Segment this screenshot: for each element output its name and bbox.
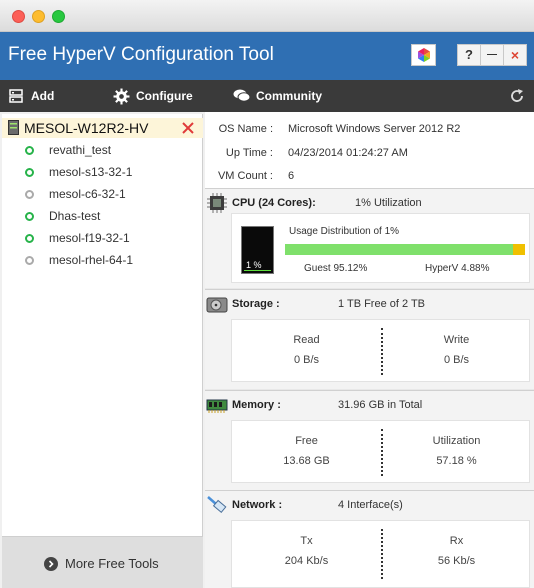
- rx-value: 56 Kb/s: [437, 555, 476, 567]
- read-value: 0 B/s: [293, 354, 320, 366]
- community-button[interactable]: Community: [233, 80, 323, 112]
- network-traffic-panel: Tx 204 Kb/s Rx 56 Kb/s: [231, 520, 530, 588]
- cpu-section: CPU (24 Cores): 1% Utilization 1 % Usage…: [205, 188, 534, 288]
- network-cable-icon: [207, 496, 227, 513]
- vm-name: mesol-rhel-64-1: [49, 253, 134, 267]
- utilization-value: 57.18 %: [436, 455, 477, 467]
- details-panel: OS Name : Microsoft Windows Server 2012 …: [205, 112, 534, 588]
- cpu-utilization: 1% Utilization: [355, 197, 422, 209]
- network-heading: Network :: [232, 499, 283, 511]
- cpu-meter-fill: [244, 270, 271, 271]
- chevron-right-circle-icon: [44, 557, 58, 571]
- more-free-tools-button[interactable]: More Free Tools: [2, 536, 203, 588]
- write-label: Write: [443, 334, 470, 346]
- vm-list-item[interactable]: mesol-c6-32-1: [2, 184, 203, 206]
- memory-summary: 31.96 GB in Total: [338, 399, 423, 411]
- vm-list-item[interactable]: revathi_test: [2, 140, 203, 162]
- vm-count-label: VM Count :: [217, 170, 273, 182]
- guest-usage-fill: [285, 244, 514, 255]
- vm-list-item[interactable]: Dhas-test: [2, 206, 203, 228]
- rx-label: Rx: [449, 535, 464, 547]
- app-logo-icon[interactable]: [411, 44, 436, 66]
- usage-distribution-bar: [285, 244, 525, 255]
- memory-heading: Memory :: [232, 399, 281, 411]
- mac-window-chrome: [0, 0, 534, 32]
- gear-icon: [113, 88, 130, 105]
- more-free-tools-label: More Free Tools: [65, 556, 159, 571]
- minimize-button[interactable]: —: [480, 44, 504, 66]
- vm-count-value: 6: [288, 170, 295, 182]
- os-name-value: Microsoft Windows Server 2012 R2: [288, 123, 461, 135]
- help-button[interactable]: ?: [457, 44, 481, 66]
- chat-bubbles-icon: [233, 89, 251, 102]
- host-info: OS Name : Microsoft Windows Server 2012 …: [205, 112, 534, 188]
- network-summary: 4 Interface(s): [338, 499, 403, 511]
- toolbar: Add Server Configure VM Community: [0, 80, 534, 135]
- vm-name: Dhas-test: [49, 209, 101, 223]
- utilization-label: Utilization: [432, 435, 481, 447]
- vm-list-item[interactable]: mesol-rhel-64-1: [2, 250, 203, 272]
- server-icon: [8, 120, 19, 135]
- server-node[interactable]: MESOL-W12R2-HV: [2, 118, 203, 138]
- vm-status-icon: [25, 256, 34, 265]
- storage-summary: 1 TB Free of 2 TB: [338, 298, 426, 310]
- usage-distribution-title: Usage Distribution of 1%: [289, 226, 400, 237]
- hyperv-usage-label: HyperV 4.88%: [425, 263, 490, 274]
- vm-name: mesol-f19-32-1: [49, 231, 130, 245]
- tx-value: 204 Kb/s: [284, 555, 329, 567]
- storage-io-panel: Read 0 B/s Write 0 B/s: [231, 319, 530, 382]
- write-value: 0 B/s: [443, 354, 470, 366]
- vm-name: mesol-c6-32-1: [49, 187, 126, 201]
- close-traffic-light[interactable]: [12, 10, 25, 23]
- app-window: Free HyperV Configuration Tool ? — × Add…: [0, 0, 534, 588]
- title-bar: Free HyperV Configuration Tool ? — ×: [0, 32, 534, 80]
- configure-vm-button[interactable]: Configure VM: [113, 80, 213, 135]
- vm-list-item[interactable]: mesol-s13-32-1: [2, 162, 203, 184]
- community-label: Community: [256, 89, 322, 103]
- vm-name: mesol-s13-32-1: [49, 165, 133, 179]
- os-name-label: OS Name :: [218, 123, 273, 135]
- tx-label: Tx: [300, 535, 313, 547]
- server-add-icon: [9, 89, 23, 103]
- read-label: Read: [293, 334, 320, 346]
- vm-status-icon: [25, 146, 34, 155]
- memory-usage-panel: Free 13.68 GB Utilization 57.18 %: [231, 420, 530, 483]
- cpu-meter: 1 %: [241, 226, 274, 274]
- cpu-chip-icon: [207, 193, 227, 213]
- guest-usage-label: Guest 95.12%: [304, 263, 368, 274]
- hyperv-usage-fill: [513, 244, 525, 255]
- vm-status-icon: [25, 168, 34, 177]
- free-value: 13.68 GB: [283, 455, 330, 467]
- refresh-icon[interactable]: [509, 88, 525, 104]
- network-section: Network : 4 Interface(s) Tx 204 Kb/s Rx …: [205, 490, 534, 588]
- cpu-meter-label: 1 %: [246, 260, 262, 270]
- storage-section: Storage : 1 TB Free of 2 TB Read 0 B/s W…: [205, 289, 534, 389]
- minimize-traffic-light[interactable]: [32, 10, 45, 23]
- memory-section: Memory : 31.96 GB in Total Free 13.68 GB…: [205, 390, 534, 490]
- vm-name: revathi_test: [49, 143, 112, 157]
- close-button[interactable]: ×: [503, 44, 527, 66]
- vm-list-item[interactable]: mesol-f19-32-1: [2, 228, 203, 250]
- remove-server-icon[interactable]: [182, 122, 194, 134]
- memory-module-icon: [206, 399, 228, 413]
- free-label: Free: [295, 435, 318, 447]
- cpu-usage-panel: 1 % Usage Distribution of 1% Guest 95.12…: [231, 213, 530, 283]
- cpu-heading: CPU (24 Cores):: [232, 197, 316, 209]
- app-title: Free HyperV Configuration Tool: [8, 44, 274, 65]
- uptime-value: 04/23/2014 01:24:27 AM: [288, 147, 408, 159]
- vm-status-icon: [25, 190, 34, 199]
- uptime-label: Up Time :: [225, 147, 273, 159]
- vm-status-icon: [25, 234, 34, 243]
- vm-status-icon: [25, 212, 34, 221]
- add-server-button[interactable]: Add Server: [9, 80, 94, 135]
- hard-disk-icon: [206, 297, 228, 313]
- server-name: MESOL-W12R2-HV: [24, 120, 149, 136]
- zoom-traffic-light[interactable]: [52, 10, 65, 23]
- server-tree-panel: MESOL-W12R2-HV revathi_test mesol-s13-32-…: [2, 114, 203, 588]
- storage-heading: Storage :: [232, 298, 280, 310]
